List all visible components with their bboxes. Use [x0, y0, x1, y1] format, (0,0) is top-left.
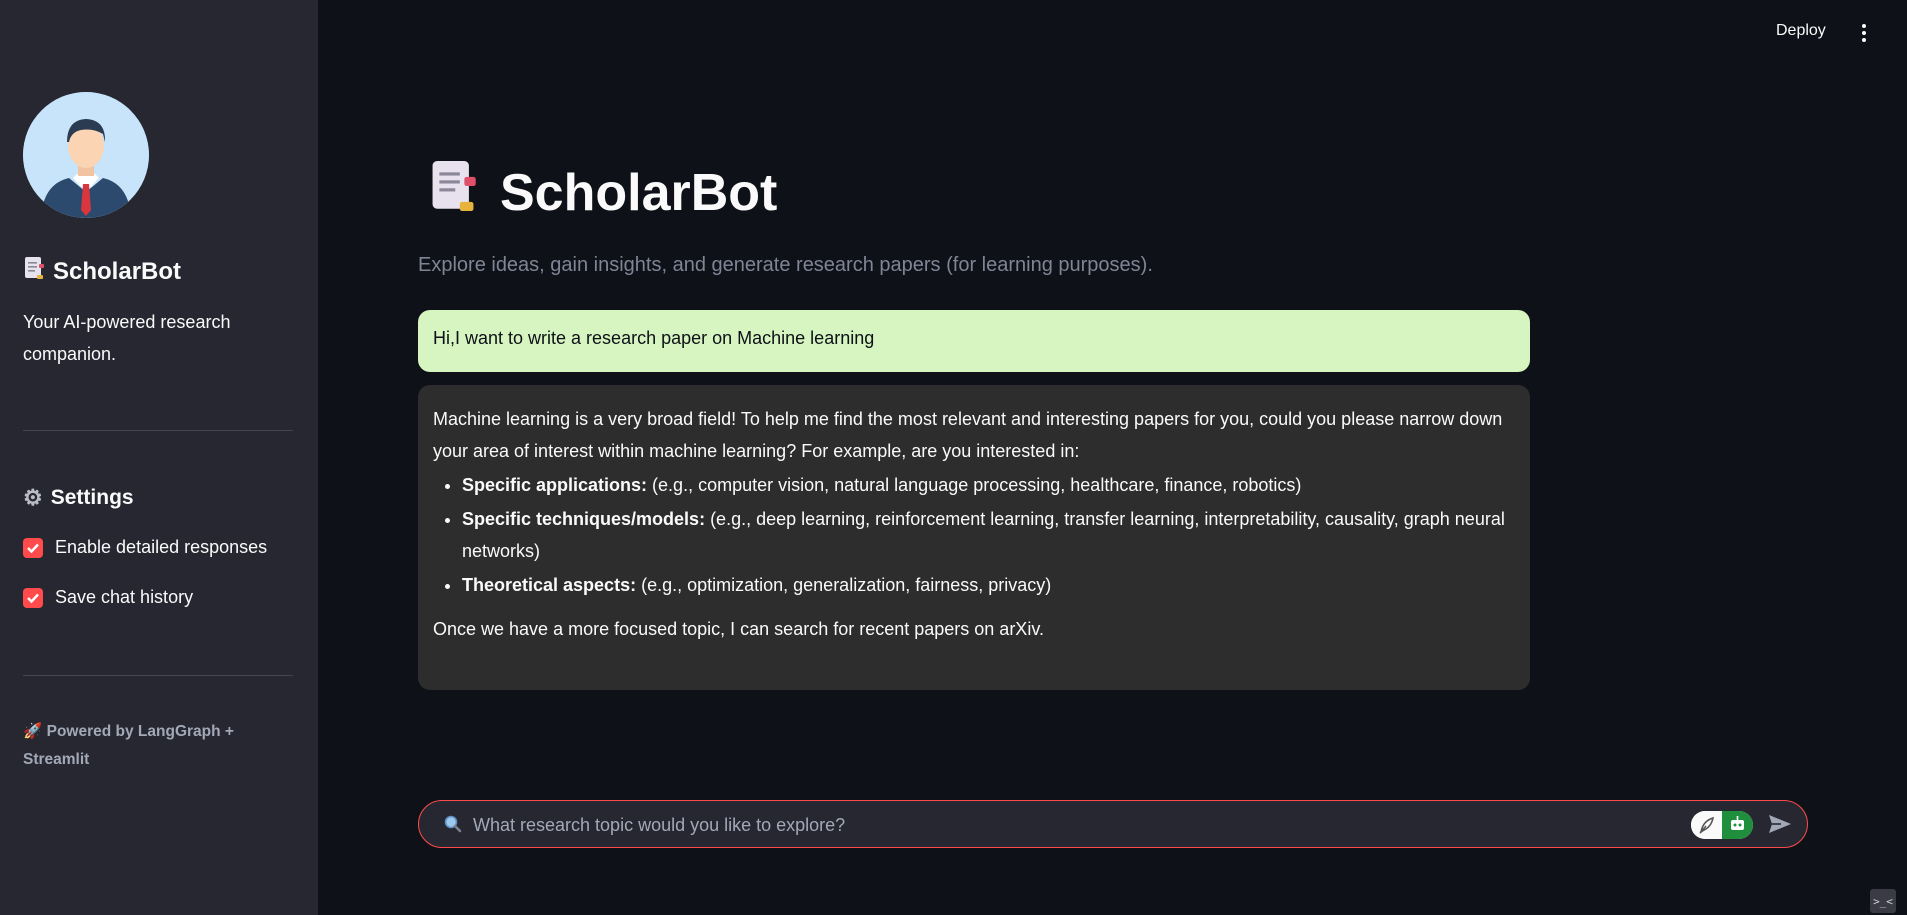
list-item-bold: Theoretical aspects:	[462, 575, 637, 595]
detailed-responses-label[interactable]: Enable detailed responses	[55, 537, 267, 558]
sidebar-divider	[23, 430, 293, 431]
page-title-text: ScholarBot	[500, 163, 778, 222]
deploy-button[interactable]: Deploy	[1776, 22, 1826, 40]
user-message-text: Hi,I want to write a research paper on M…	[433, 328, 875, 348]
businessman-avatar-icon	[23, 92, 149, 218]
assistant-list: Specific applications: (e.g., computer v…	[433, 469, 1515, 601]
save-history-checkbox[interactable]: Save chat history	[23, 587, 193, 608]
feather-icon[interactable]	[1691, 811, 1722, 839]
notepad-icon	[428, 158, 478, 227]
sidebar: ScholarBot Your AI-powered research comp…	[0, 0, 318, 915]
detailed-responses-checkbox[interactable]: Enable detailed responses	[23, 537, 267, 558]
extension-badge[interactable]	[1691, 811, 1753, 839]
rocket-icon: 🚀	[23, 723, 43, 740]
powered-by-text: Powered by LangGraph + Streamlit	[23, 723, 234, 768]
terminal-icon[interactable]: >_<	[1870, 889, 1896, 913]
sidebar-title-text: ScholarBot	[53, 257, 182, 285]
assistant-message: Machine learning is a very broad field! …	[418, 385, 1530, 690]
checkbox-checked-icon[interactable]	[23, 587, 43, 608]
settings-heading: ⚙ Settings	[23, 485, 134, 511]
list-item-text: (e.g., optimization, generalization, fai…	[636, 575, 1052, 595]
list-item: Specific techniques/models: (e.g., deep …	[462, 503, 1515, 567]
sidebar-title: ScholarBot	[23, 256, 181, 287]
user-message: Hi,I want to write a research paper on M…	[418, 310, 1530, 372]
send-icon[interactable]	[1767, 812, 1793, 841]
chat-input[interactable]	[471, 801, 1675, 849]
list-item-bold: Specific applications:	[462, 475, 648, 495]
sidebar-divider	[23, 675, 293, 676]
save-history-label[interactable]: Save chat history	[55, 587, 193, 608]
settings-heading-text: Settings	[50, 486, 134, 509]
page-title: ScholarBot	[428, 158, 777, 227]
kebab-menu-icon[interactable]	[1862, 24, 1868, 45]
list-item: Theoretical aspects: (e.g., optimization…	[462, 569, 1515, 601]
list-item: Specific applications: (e.g., computer v…	[462, 469, 1515, 501]
page-subtitle: Explore ideas, gain insights, and genera…	[418, 254, 1153, 276]
list-item-bold: Specific techniques/models:	[462, 509, 706, 529]
avatar	[23, 92, 149, 218]
powered-by-note: 🚀 Powered by LangGraph + Streamlit	[23, 718, 253, 774]
checkbox-checked-icon[interactable]	[23, 537, 43, 558]
list-item-text: (e.g., computer vision, natural language…	[647, 475, 1302, 495]
assistant-intro: Machine learning is a very broad field! …	[433, 409, 1503, 461]
robot-icon[interactable]	[1722, 811, 1753, 839]
search-icon	[443, 814, 463, 839]
notepad-icon	[23, 256, 45, 287]
assistant-outro: Once we have a more focused topic, I can…	[433, 619, 1044, 639]
gear-icon: ⚙	[23, 485, 43, 510]
chat-input-bar[interactable]	[418, 800, 1808, 849]
sidebar-description: Your AI-powered research companion.	[23, 312, 231, 364]
